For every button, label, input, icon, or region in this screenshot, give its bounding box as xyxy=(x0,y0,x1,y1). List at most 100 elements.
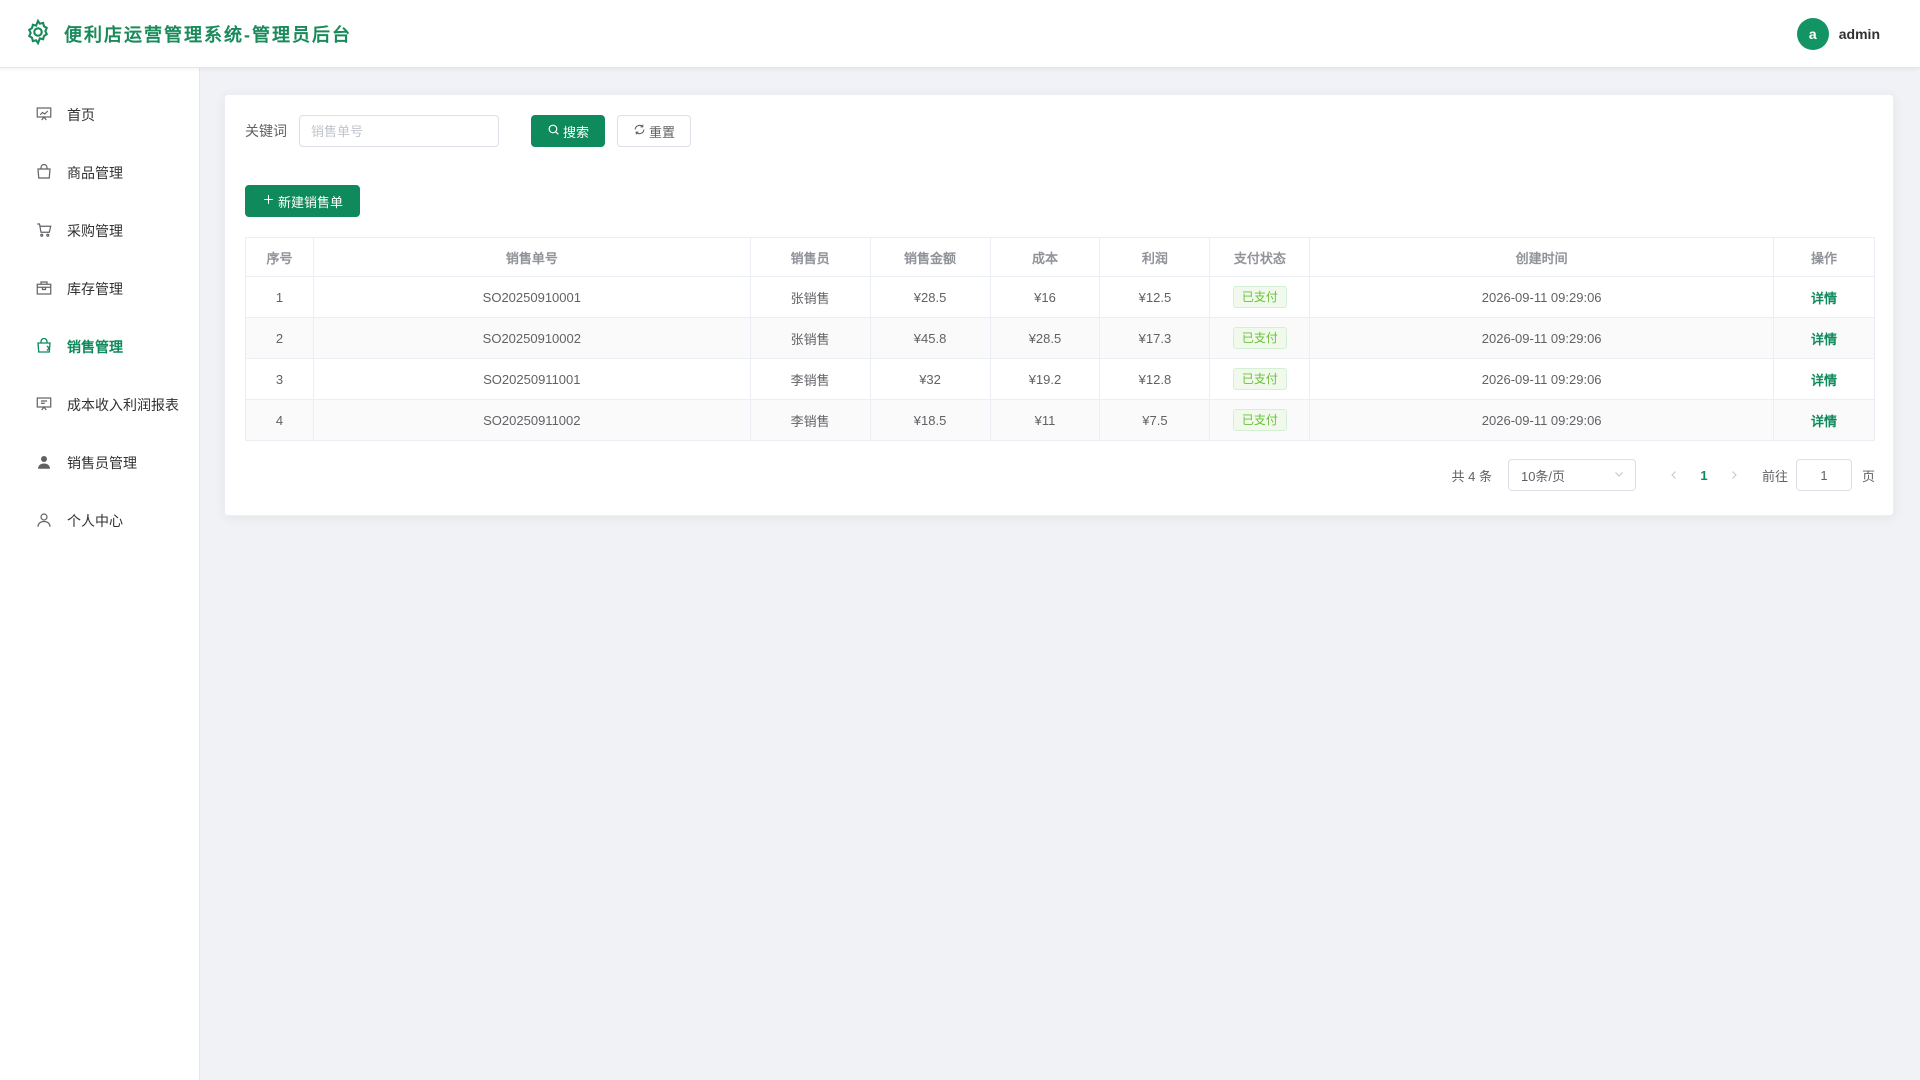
column-header: 利润 xyxy=(1099,237,1211,277)
pagination-total: 共 4 条 xyxy=(1451,468,1492,484)
sidebar-item-label: 个人中心 xyxy=(67,513,123,529)
column-header: 成本 xyxy=(989,237,1101,277)
column-header: 操作 xyxy=(1773,237,1875,277)
column-header: 销售单号 xyxy=(312,237,751,277)
cell-status: 已支付 xyxy=(1209,317,1311,359)
user-filled-icon xyxy=(35,453,53,474)
status-badge: 已支付 xyxy=(1232,327,1287,349)
cell-status: 已支付 xyxy=(1209,399,1311,441)
cell-index: 1 xyxy=(245,276,314,318)
cell-action: 详情 xyxy=(1773,317,1875,359)
sidebar-item-report[interactable]: 成本收入利润报表 xyxy=(0,376,199,434)
avatar[interactable]: a xyxy=(1796,17,1829,50)
cell-created: 2026-09-11 09:29:06 xyxy=(1309,358,1774,400)
chevron-right-icon xyxy=(1732,471,1737,479)
sidebar-item-profile[interactable]: 个人中心 xyxy=(0,492,199,550)
cell-action: 详情 xyxy=(1773,276,1875,318)
next-page-button[interactable] xyxy=(1720,461,1748,489)
column-header: 支付状态 xyxy=(1209,237,1311,277)
cell-index: 3 xyxy=(245,358,314,400)
shopping-cart-icon xyxy=(35,221,53,242)
goto-page-input[interactable] xyxy=(1795,459,1852,491)
cell-seller: 李销售 xyxy=(749,358,871,400)
username[interactable]: admin xyxy=(1839,26,1880,42)
sidebar-item-label: 销售管理 xyxy=(67,339,123,355)
cell-amount: ¥28.5 xyxy=(869,276,991,318)
cell-action: 详情 xyxy=(1773,399,1875,441)
table-row: 2 SO20250910002 张销售 ¥45.8 ¥28.5 ¥17.3 已支… xyxy=(245,317,1875,359)
column-header: 创建时间 xyxy=(1309,237,1774,277)
chevron-down-icon xyxy=(1613,468,1625,483)
reset-button-label: 重置 xyxy=(649,124,676,140)
table-row: 4 SO20250911002 李销售 ¥18.5 ¥11 ¥7.5 已支付 2… xyxy=(245,399,1875,441)
sale-bag-icon xyxy=(35,337,53,358)
search-icon xyxy=(547,123,560,139)
user-outline-icon xyxy=(35,511,53,532)
box-icon xyxy=(35,279,53,300)
pagination: 共 4 条 10条/页 1 前往 页 xyxy=(245,459,1875,491)
sales-card: 关键词 搜索 重置 新建销售单 xyxy=(224,94,1894,516)
cell-profit: ¥17.3 xyxy=(1099,317,1211,359)
keyword-input[interactable] xyxy=(299,115,499,147)
cell-profit: ¥12.5 xyxy=(1099,276,1211,318)
detail-link[interactable]: 详情 xyxy=(1811,332,1837,347)
cell-status: 已支付 xyxy=(1209,276,1311,318)
prev-page-button[interactable] xyxy=(1660,461,1688,489)
sidebar-item-label: 采购管理 xyxy=(67,223,123,239)
status-badge: 已支付 xyxy=(1232,368,1287,390)
user-menu[interactable]: a admin xyxy=(1796,17,1880,50)
search-button-label: 搜索 xyxy=(563,124,590,140)
main-content: 关键词 搜索 重置 新建销售单 xyxy=(200,68,1920,1080)
sidebar-item-inventory[interactable]: 库存管理 xyxy=(0,260,199,318)
cell-amount: ¥45.8 xyxy=(869,317,991,359)
status-badge: 已支付 xyxy=(1232,409,1287,431)
cell-order-no: SO20250910001 xyxy=(312,276,751,318)
sidebar-item-label: 销售员管理 xyxy=(67,455,137,471)
detail-link[interactable]: 详情 xyxy=(1811,373,1837,388)
cell-seller: 李销售 xyxy=(749,399,871,441)
column-header: 销售金额 xyxy=(869,237,991,277)
sidebar-item-sellers[interactable]: 销售员管理 xyxy=(0,434,199,492)
cell-profit: ¥12.8 xyxy=(1099,358,1211,400)
cell-order-no: SO20250911002 xyxy=(312,399,751,441)
cell-index: 4 xyxy=(245,399,314,441)
reset-button[interactable]: 重置 xyxy=(617,115,692,147)
table-row: 3 SO20250911001 李销售 ¥32 ¥19.2 ¥12.8 已支付 … xyxy=(245,358,1875,400)
sidebar-item-label: 首页 xyxy=(67,107,95,123)
sales-table: 序号 销售单号 销售员 销售金额 成本 利润 支付状态 创建时间 操作 1 SO… xyxy=(245,237,1875,441)
cell-cost: ¥28.5 xyxy=(989,317,1101,359)
brand: 便利店运营管理系统-管理员后台 xyxy=(24,18,352,49)
sidebar-item-label: 库存管理 xyxy=(67,281,123,297)
page-suffix: 页 xyxy=(1861,468,1875,484)
detail-link[interactable]: 详情 xyxy=(1811,291,1837,306)
cell-seller: 张销售 xyxy=(749,317,871,359)
presentation-chart-icon xyxy=(35,105,53,126)
cell-status: 已支付 xyxy=(1209,358,1311,400)
new-sales-order-button[interactable]: 新建销售单 xyxy=(245,185,361,217)
cell-cost: ¥11 xyxy=(989,399,1101,441)
detail-link[interactable]: 详情 xyxy=(1811,414,1837,429)
sidebar-item-home[interactable]: 首页 xyxy=(0,86,199,144)
cell-profit: ¥7.5 xyxy=(1099,399,1211,441)
chevron-left-icon xyxy=(1671,471,1676,479)
sidebar-item-products[interactable]: 商品管理 xyxy=(0,144,199,202)
app-title: 便利店运营管理系统-管理员后台 xyxy=(64,24,352,45)
plus-icon xyxy=(262,193,275,209)
column-header: 销售员 xyxy=(749,237,871,277)
cell-amount: ¥18.5 xyxy=(869,399,991,441)
cell-created: 2026-09-11 09:29:06 xyxy=(1309,317,1774,359)
cell-cost: ¥16 xyxy=(989,276,1101,318)
search-button[interactable]: 搜索 xyxy=(531,115,606,147)
goto-label: 前往 xyxy=(1761,468,1788,484)
sidebar-item-purchase[interactable]: 采购管理 xyxy=(0,202,199,260)
cell-created: 2026-09-11 09:29:06 xyxy=(1309,399,1774,441)
cell-amount: ¥32 xyxy=(869,358,991,400)
gear-icon xyxy=(24,18,52,49)
status-badge: 已支付 xyxy=(1232,286,1287,308)
cell-order-no: SO20250911001 xyxy=(312,358,751,400)
page-number-current[interactable]: 1 xyxy=(1688,468,1720,483)
sidebar-item-sales[interactable]: 销售管理 xyxy=(0,318,199,376)
page-size-select[interactable]: 10条/页 xyxy=(1507,459,1636,491)
sidebar-item-label: 商品管理 xyxy=(67,165,123,181)
sidebar-item-label: 成本收入利润报表 xyxy=(67,397,179,413)
